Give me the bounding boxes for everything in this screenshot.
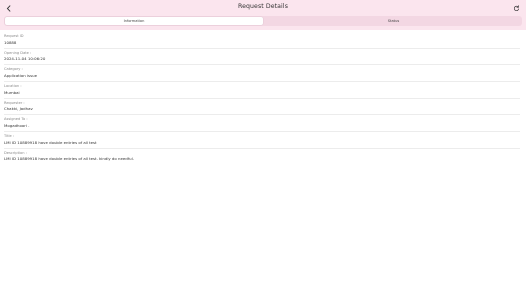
field-title: Title : LMI ID 10889918 have double entr… <box>4 132 520 149</box>
tab-information[interactable]: Information <box>5 17 263 25</box>
field-label: Request ID <box>4 34 24 38</box>
field-location: Location : Mumbai <box>4 82 520 99</box>
field-value: Application issue <box>4 72 37 78</box>
refresh-icon <box>513 4 519 11</box>
field-description: Description : LMI ID 10889918 have doubl… <box>4 149 520 166</box>
app-bar: Request Details Information Status <box>0 0 526 30</box>
field-assigned-to: Assigned To : Mogadhoori . <box>4 115 520 133</box>
field-value: Chakki, Jadhav <box>4 106 33 112</box>
field-label: Location : <box>4 84 22 89</box>
field-value: LMI ID 10889918 have double entries of a… <box>4 139 97 145</box>
request-details-list: Request ID 10888 Opening Date : 2024-11-… <box>0 32 526 166</box>
field-opening-date: Opening Date : 2024-11-04 10:06:20 <box>4 49 520 66</box>
field-label: Assigned To : <box>4 117 28 122</box>
field-label: Title : <box>4 134 15 139</box>
field-value: 10888 <box>4 39 17 45</box>
field-label: Requester : <box>4 100 25 105</box>
refresh-button[interactable] <box>510 2 522 14</box>
tab-status-label: Status <box>387 19 400 23</box>
field-value: Mogadhoori . <box>4 122 30 128</box>
field-label: Description : <box>4 150 27 155</box>
field-value: LMI ID 10889918 have double entries of a… <box>4 156 134 162</box>
tab-information-label: Information <box>123 19 145 23</box>
tab-bar: Information Status <box>4 16 522 26</box>
field-value: Mumbai <box>4 89 20 95</box>
field-requester: Requester : Chakki, Jadhav <box>4 99 520 116</box>
field-label: Category : <box>4 67 23 72</box>
tab-status[interactable]: Status <box>266 17 521 25</box>
field-label: Opening Date : <box>4 50 32 55</box>
field-value: 2024-11-04 10:06:20 <box>4 56 46 62</box>
field-request-id: Request ID 10888 <box>4 32 520 49</box>
field-category: Category : Application issue <box>4 65 520 83</box>
page-title: Request Details <box>237 3 289 10</box>
